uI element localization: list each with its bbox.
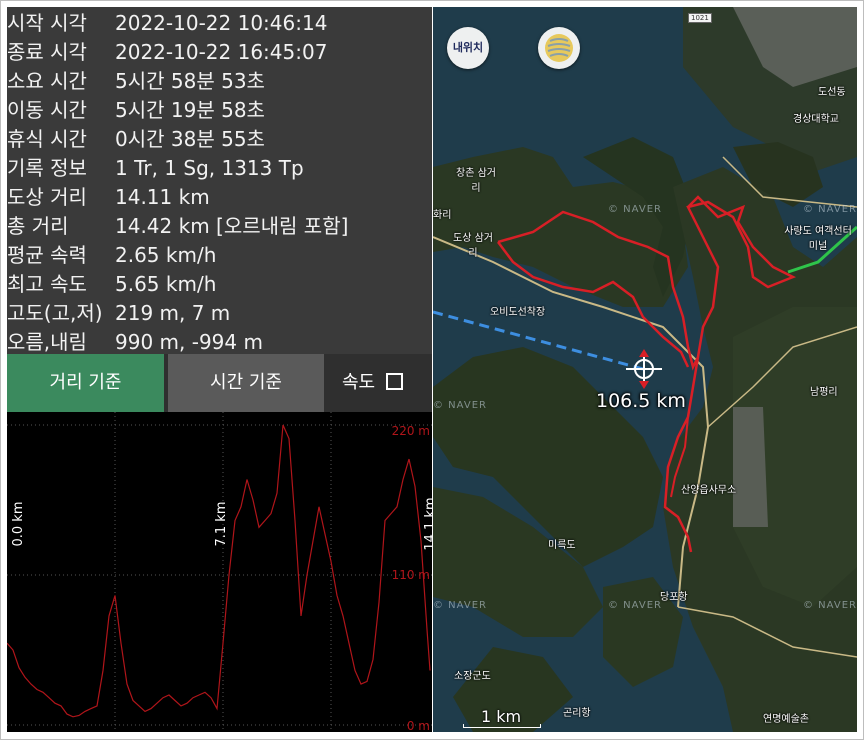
stat-ascent-descent: 오름,내림 990 m, -994 m — [7, 330, 263, 354]
chart-x-marker-label: 7.1 km — [214, 502, 229, 547]
chart-y-tick-label: 0 m — [407, 719, 430, 732]
stat-moving-time: 이동 시간 5시간 19분 58초 — [7, 98, 265, 122]
map-watermark: © NAVER — [433, 400, 487, 411]
stat-avg-speed: 평균 속력 2.65 km/h — [7, 243, 217, 267]
map-label-hwari: 화리 — [433, 210, 452, 221]
chart-mode-bar: 거리 기준 시간 기준 속도 — [7, 354, 432, 412]
chart-x-marker-label: 0.0 km — [11, 502, 26, 547]
map-label-gonri: 곤리항 — [563, 708, 591, 719]
stat-rest-time: 휴식 시간 0시간 38분 55초 — [7, 127, 265, 151]
map-watermark: © NAVER — [433, 600, 487, 611]
map-watermark: © NAVER — [608, 600, 662, 611]
map-watermark: © NAVER — [803, 204, 857, 215]
map-label-doseon: 도선동 — [818, 87, 846, 98]
map-watermark: © NAVER — [608, 204, 662, 215]
map-label-changchon: 창촌 삼거리 — [456, 168, 496, 194]
layer-toggle-button[interactable] — [538, 27, 580, 69]
map-label-sojanggundo: 소장군도 — [454, 671, 491, 682]
map-scale: 1 km — [461, 707, 541, 728]
stat-start-time: 시작 시각 2022-10-22 10:46:14 — [7, 11, 328, 35]
distance-readout: 106.5 km — [596, 390, 686, 412]
map-scale-bar — [463, 724, 541, 728]
layers-icon — [545, 34, 573, 62]
map-label-saryangdo-terminal: 사량도 여객선터미널 — [784, 226, 852, 252]
stat-altitude: 고도(고,저) 219 m, 7 m — [7, 301, 231, 325]
chart-x-marker-label: 14.1 km — [423, 497, 432, 550]
map-label-mireukdo: 미륵도 — [548, 540, 576, 551]
map-label-dangpo: 당포항 — [660, 592, 688, 603]
distance-basis-button[interactable]: 거리 기준 — [7, 354, 164, 412]
stat-max-speed: 최고 속도 5.65 km/h — [7, 272, 217, 296]
stat-duration: 소요 시간 5시간 58분 53초 — [7, 69, 265, 93]
map-label-nampyeongri: 남평리 — [810, 387, 838, 398]
time-basis-button[interactable]: 시간 기준 — [168, 354, 324, 412]
stat-record-info: 기록 정보 1 Tr, 1 Sg, 1313 Tp — [7, 156, 304, 180]
map-watermark: © NAVER — [803, 600, 857, 611]
map-label-dosang: 도상 삼거리 — [453, 233, 493, 259]
map-label-obido: 오비도선착장 — [490, 307, 546, 318]
my-location-button[interactable]: 내위치 — [447, 27, 489, 69]
stat-end-time: 종료 시각 2022-10-22 16:45:07 — [7, 40, 328, 64]
elevation-chart: 0.0 km 7.1 km 14.1 km220 m110 m0 m — [7, 412, 432, 732]
chart-y-tick-label: 220 m — [392, 424, 430, 438]
speed-checkbox[interactable] — [386, 373, 403, 390]
map-label-sanyang-office: 산양읍사무소 — [681, 485, 737, 496]
map-view[interactable]: © NAVER © NAVER © NAVER © NAVER © NAVER … — [433, 7, 857, 732]
track-info-panel: 시작 시각 2022-10-22 10:46:14 종료 시각 2022-10-22… — [7, 7, 432, 732]
map-label-yeonmyeong: 연명예술촌 — [763, 714, 809, 725]
elevation-line — [7, 424, 431, 718]
stat-map-distance: 도상 거리 14.11 km — [7, 185, 210, 209]
road-number-sign: 1021 — [688, 13, 712, 23]
map-label-univ: 경상대학교 — [793, 114, 839, 125]
stat-total-distance: 총 거리 14.42 km [오르내림 포함] — [7, 214, 349, 238]
track-stats: 시작 시각 2022-10-22 10:46:14 종료 시각 2022-10-22… — [7, 7, 432, 354]
speed-toggle-label[interactable]: 속도 — [342, 354, 375, 412]
